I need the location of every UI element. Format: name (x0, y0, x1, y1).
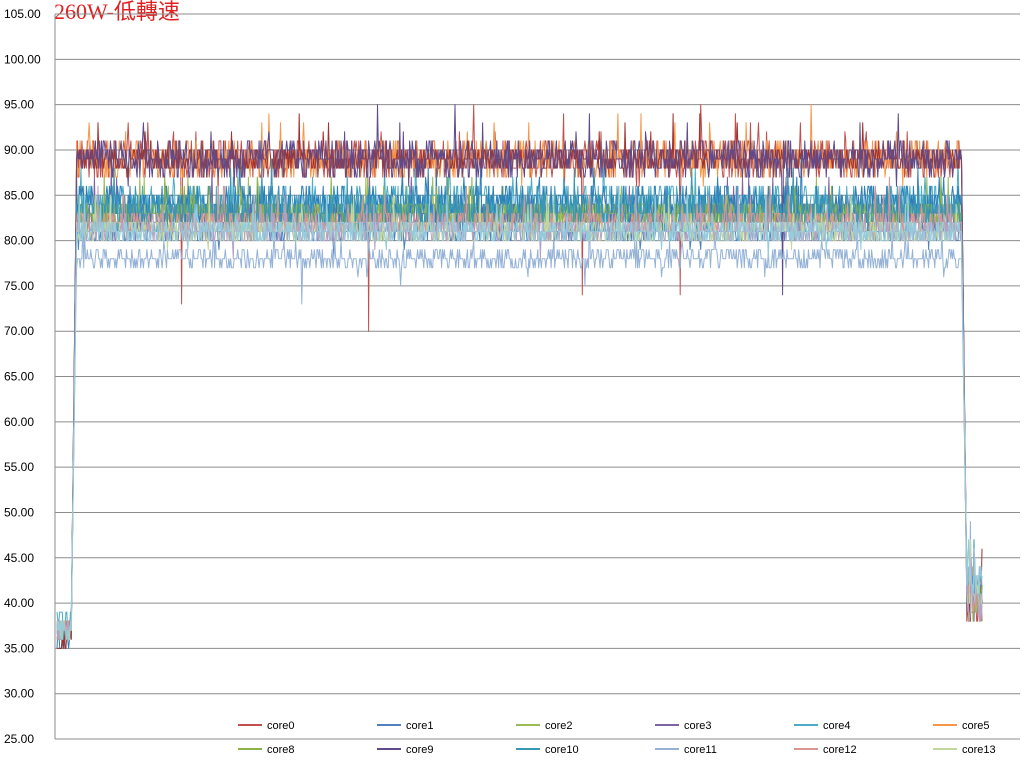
y-tick-label: 65.00 (4, 370, 34, 384)
legend-label-core11: core11 (684, 744, 717, 756)
y-tick-label: 90.00 (4, 143, 34, 157)
legend-label-core5: core5 (962, 720, 990, 732)
series-line-core12 (57, 176, 983, 640)
series-line-core14 (56, 185, 983, 640)
y-tick-label: 45.00 (4, 551, 34, 565)
y-tick-label: 85.00 (4, 188, 34, 202)
y-tick-label: 40.00 (4, 596, 34, 610)
series-line-core15 (56, 185, 983, 640)
y-tick-label: 80.00 (4, 234, 34, 248)
legend-label-core4: core4 (823, 720, 851, 732)
legend: core0core1core2core3core4core5core6core7… (238, 720, 996, 756)
y-tick-label: 25.00 (4, 732, 34, 746)
y-tick-label: 35.00 (4, 641, 34, 655)
series-line-core0 (56, 104, 983, 640)
legend-label-core0: core0 (267, 720, 295, 732)
legend-label-core9: core9 (406, 744, 434, 756)
gridlines (55, 13, 1020, 740)
legend-label-core8: core8 (267, 744, 295, 756)
series-line-core9 (56, 104, 983, 640)
y-tick-label: 105.00 (4, 7, 41, 21)
legend-label-core10: core10 (545, 744, 579, 756)
series-line-core8 (56, 176, 983, 640)
line-chart: 25.00 30.00 35.00 40.00 45.00 50.00 55.00 60.00… (4, 7, 1020, 756)
series-line-core7 (57, 113, 983, 649)
series-line-core5 (56, 104, 982, 640)
series-line-core3 (56, 167, 982, 640)
y-tick-label: 75.00 (4, 279, 34, 293)
y-tick-label: 95.00 (4, 98, 34, 112)
y-tick-label: 55.00 (4, 460, 34, 474)
y-tick-label: 100.00 (4, 52, 41, 66)
y-tick-label: 50.00 (4, 505, 34, 519)
y-axis-tick-labels: 25.00 30.00 35.00 40.00 45.00 50.00 55.00 60.00… (4, 7, 41, 746)
legend-label-core2: core2 (545, 720, 573, 732)
legend-label-core3: core3 (684, 720, 712, 732)
legend-label-core13: core13 (962, 744, 996, 756)
y-tick-label: 30.00 (4, 687, 34, 701)
legend-label-core1: core1 (406, 720, 434, 732)
legend-label-core12: core12 (823, 744, 857, 756)
y-tick-label: 70.00 (4, 324, 34, 338)
series-line-core11 (56, 212, 982, 640)
y-tick-label: 60.00 (4, 415, 34, 429)
series-line-core1 (56, 185, 983, 649)
series-line-core2 (57, 176, 983, 640)
